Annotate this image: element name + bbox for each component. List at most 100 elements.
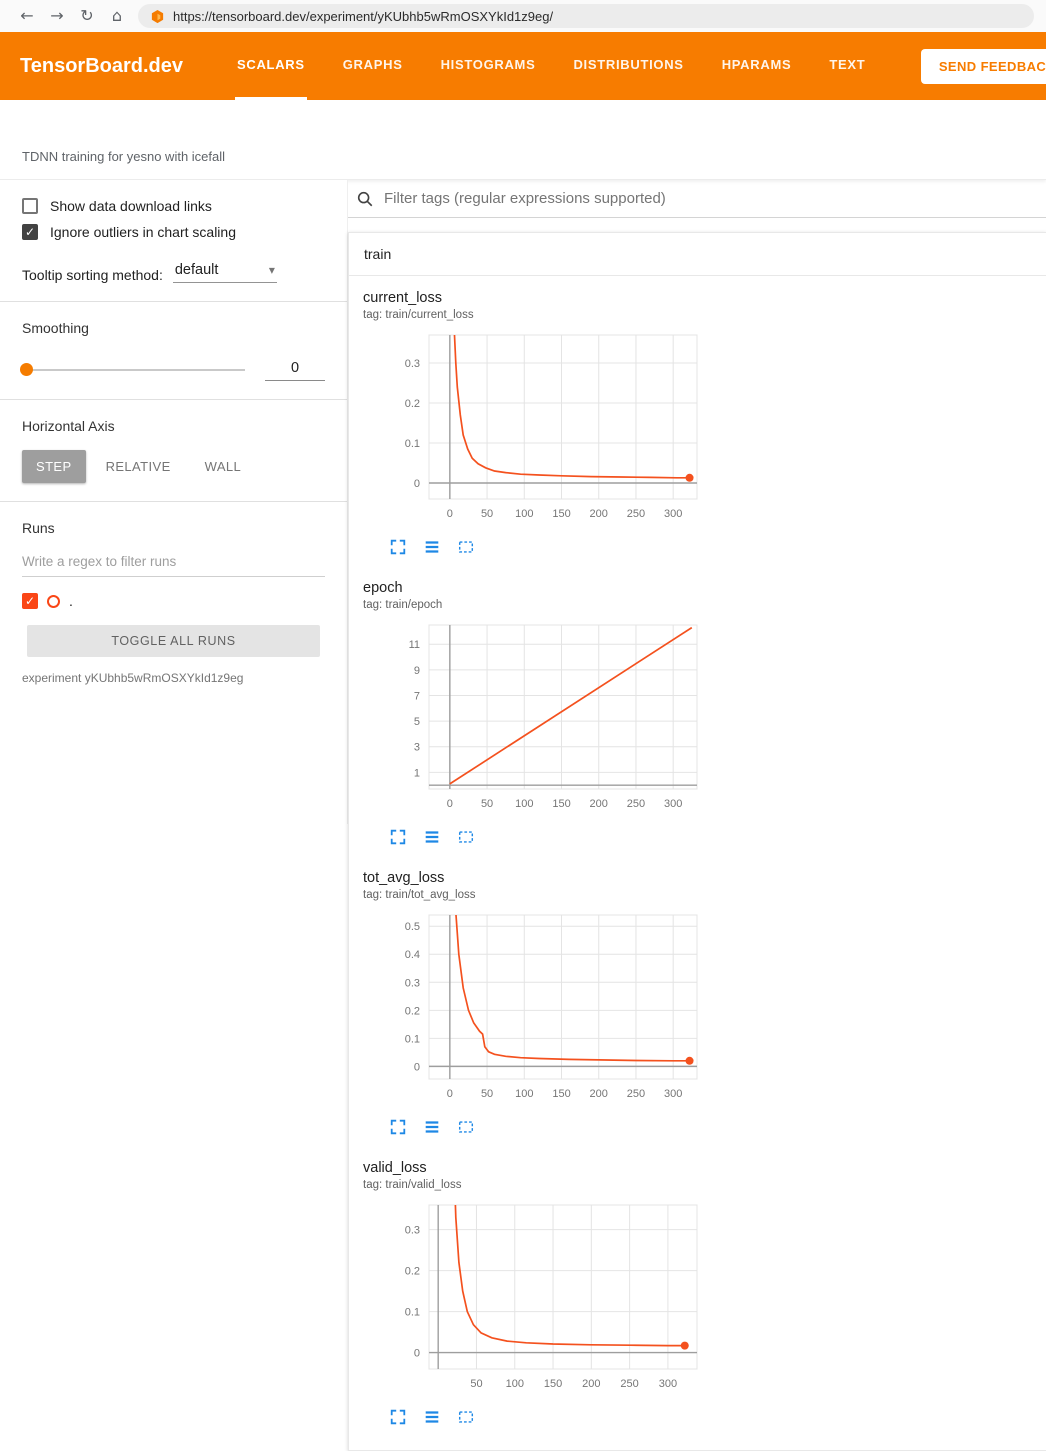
chart-actions xyxy=(389,538,705,556)
settings-sidebar: ✓ Show data download links ✓ Ignore outl… xyxy=(0,180,348,824)
fit-domain-icon[interactable] xyxy=(457,538,475,556)
experiment-caption: experiment yKUbhb5wRmOSXYkId1z9eg xyxy=(22,671,325,685)
back-icon[interactable]: ← xyxy=(12,1,42,31)
svg-text:0.3: 0.3 xyxy=(405,358,420,370)
data-table-icon[interactable] xyxy=(423,1118,441,1136)
svg-text:0: 0 xyxy=(414,1061,420,1073)
fit-domain-icon[interactable] xyxy=(457,1118,475,1136)
tooltip-sorting-label: Tooltip sorting method: xyxy=(22,267,163,283)
svg-text:1: 1 xyxy=(414,767,420,779)
axis-relative-button[interactable]: RELATIVE xyxy=(92,450,185,483)
tab-hparams[interactable]: HPARAMS xyxy=(720,32,794,100)
search-icon xyxy=(356,190,374,208)
chart-tag: tag: train/epoch xyxy=(363,599,705,611)
url-text: https://tensorboard.dev/experiment/yKUbh… xyxy=(173,9,553,24)
toggle-all-runs-button[interactable]: TOGGLE ALL RUNS xyxy=(27,625,321,657)
svg-text:50: 50 xyxy=(481,1088,493,1100)
chart-plot[interactable]: 5010015020025030000.10.20.3 xyxy=(363,1199,703,1395)
run-row: ✓. xyxy=(22,593,325,609)
tag-filter-row xyxy=(348,180,1046,218)
show-download-label: Show data download links xyxy=(50,198,212,214)
browser-toolbar: ← → ↻ ⌂ https://tensorboard.dev/experime… xyxy=(0,0,1046,32)
data-table-icon[interactable] xyxy=(423,828,441,846)
reload-icon[interactable]: ↻ xyxy=(72,1,102,31)
svg-text:150: 150 xyxy=(552,798,570,810)
address-bar[interactable]: https://tensorboard.dev/experiment/yKUbh… xyxy=(138,4,1034,28)
chart-tag: tag: train/current_loss xyxy=(363,309,705,321)
svg-text:0: 0 xyxy=(447,1088,453,1100)
svg-text:3: 3 xyxy=(414,742,420,754)
svg-text:100: 100 xyxy=(515,798,533,810)
chart-plot[interactable]: 0501001502002503001357911 xyxy=(363,619,703,815)
smoothing-slider-row: 0 xyxy=(22,358,325,381)
run-color-circle-icon[interactable] xyxy=(47,595,60,608)
tooltip-sorting-value: default xyxy=(175,262,219,278)
fit-domain-icon[interactable] xyxy=(457,828,475,846)
smoothing-label: Smoothing xyxy=(22,320,325,336)
smoothing-value-field[interactable]: 0 xyxy=(265,358,325,381)
svg-text:50: 50 xyxy=(470,1378,482,1390)
site-favicon xyxy=(150,9,165,24)
app-title: TensorBoard.dev xyxy=(20,55,183,78)
expand-icon[interactable] xyxy=(389,828,407,846)
tooltip-sorting-row: Tooltip sorting method: default ▾ xyxy=(22,260,325,283)
home-icon[interactable]: ⌂ xyxy=(102,1,132,31)
chart-title: tot_avg_loss xyxy=(363,870,705,886)
chart-card-epoch: epochtag: train/epoch0501001502002503001… xyxy=(363,580,705,846)
send-feedback-button[interactable]: SEND FEEDBACK xyxy=(921,49,1046,84)
series-line xyxy=(450,628,692,784)
series-endpoint-dot xyxy=(686,1057,694,1065)
runs-label: Runs xyxy=(22,520,325,536)
expand-icon[interactable] xyxy=(389,1408,407,1426)
data-table-icon[interactable] xyxy=(423,538,441,556)
svg-text:0.2: 0.2 xyxy=(405,1005,420,1017)
series-endpoint-dot xyxy=(681,1342,689,1350)
svg-text:100: 100 xyxy=(515,508,533,520)
show-download-checkbox[interactable]: ✓ xyxy=(22,198,38,214)
svg-text:0: 0 xyxy=(447,798,453,810)
tab-graphs[interactable]: GRAPHS xyxy=(341,32,405,100)
slider-thumb[interactable] xyxy=(20,363,33,376)
axis-wall-button[interactable]: WALL xyxy=(191,450,256,483)
ignore-outliers-checkbox[interactable]: ✓ xyxy=(22,224,38,240)
svg-text:0.3: 0.3 xyxy=(405,1225,420,1237)
chart-title: epoch xyxy=(363,580,705,596)
svg-text:150: 150 xyxy=(552,508,570,520)
svg-text:200: 200 xyxy=(590,1088,608,1100)
chart-card-current_loss: current_losstag: train/current_loss05010… xyxy=(363,290,705,556)
data-table-icon[interactable] xyxy=(423,1408,441,1426)
tab-text[interactable]: TEXT xyxy=(827,32,867,100)
chart-tag: tag: train/tot_avg_loss xyxy=(363,889,705,901)
axis-step-button[interactable]: STEP xyxy=(22,450,86,483)
expand-icon[interactable] xyxy=(389,1118,407,1136)
svg-text:0.1: 0.1 xyxy=(405,1307,420,1319)
tab-histograms[interactable]: HISTOGRAMS xyxy=(439,32,538,100)
svg-text:250: 250 xyxy=(627,798,645,810)
run-checkbox[interactable]: ✓ xyxy=(22,593,38,609)
tab-distributions[interactable]: DISTRIBUTIONS xyxy=(571,32,685,100)
chart-title: current_loss xyxy=(363,290,705,306)
chart-title: valid_loss xyxy=(363,1160,705,1176)
tooltip-sorting-select[interactable]: default ▾ xyxy=(173,260,277,283)
expand-icon[interactable] xyxy=(389,538,407,556)
svg-text:0: 0 xyxy=(414,478,420,490)
tag-filter-input[interactable] xyxy=(382,189,1046,208)
svg-text:0.3: 0.3 xyxy=(405,977,420,989)
svg-text:150: 150 xyxy=(544,1378,562,1390)
tab-scalars[interactable]: SCALARS xyxy=(235,32,307,100)
section-header-train[interactable]: train xyxy=(349,233,1046,276)
svg-text:300: 300 xyxy=(659,1378,677,1390)
svg-text:0.1: 0.1 xyxy=(405,1033,420,1045)
forward-icon[interactable]: → xyxy=(42,1,72,31)
charts-grid: current_losstag: train/current_loss05010… xyxy=(349,276,1046,1450)
runs-filter-input[interactable] xyxy=(22,548,325,577)
svg-text:11: 11 xyxy=(409,639,420,651)
svg-text:150: 150 xyxy=(552,1088,570,1100)
smoothing-slider[interactable] xyxy=(22,369,245,371)
fit-domain-icon[interactable] xyxy=(457,1408,475,1426)
show-download-row: ✓ Show data download links xyxy=(22,198,325,214)
series-endpoint-dot xyxy=(686,474,694,482)
chart-plot[interactable]: 05010015020025030000.10.20.30.40.5 xyxy=(363,909,703,1105)
chart-plot[interactable]: 05010015020025030000.10.20.3 xyxy=(363,329,703,525)
run-name: . xyxy=(69,593,73,609)
